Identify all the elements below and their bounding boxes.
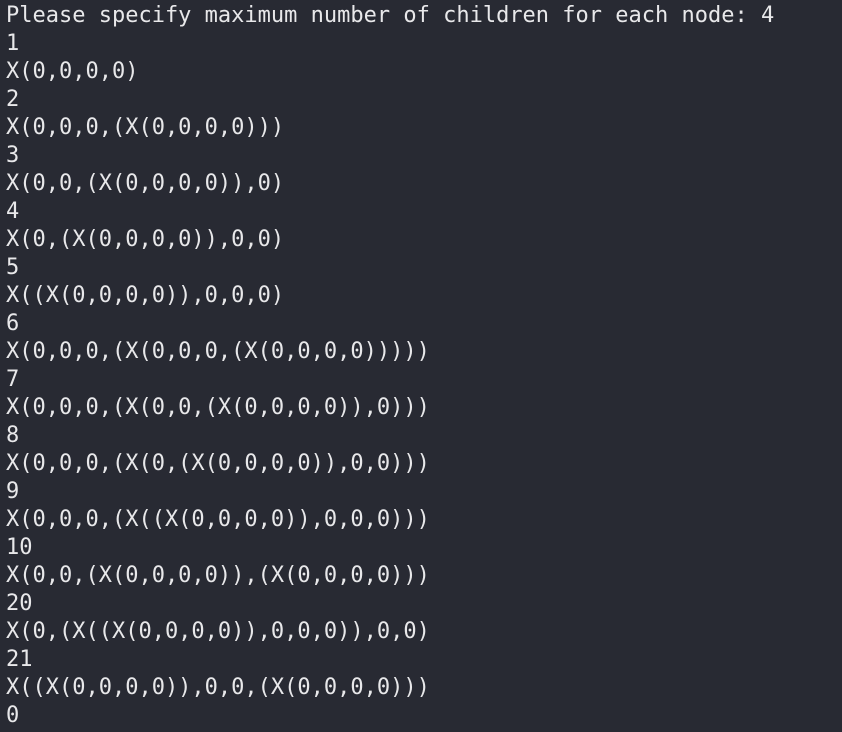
output-line: 3 bbox=[6, 143, 20, 168]
output-line: X(0,0,(X(0,0,0,0)),(X(0,0,0,0))) bbox=[6, 563, 430, 588]
output-line: X(0,0,0,(X(0,0,0,(X(0,0,0,0))))) bbox=[6, 339, 430, 364]
output-line: X((X(0,0,0,0)),0,0,0) bbox=[6, 283, 285, 308]
output-line: 21 bbox=[6, 647, 33, 672]
output-line: 7 bbox=[6, 367, 20, 392]
output-line: 2 bbox=[6, 87, 20, 112]
output-line: X(0,0,0,(X(0,(X(0,0,0,0)),0,0))) bbox=[6, 451, 430, 476]
output-line: 10 bbox=[6, 535, 33, 560]
terminal-input-line[interactable]: 0 bbox=[6, 702, 774, 730]
output-line: X((X(0,0,0,0)),0,0,(X(0,0,0,0))) bbox=[6, 675, 430, 700]
terminal-output: Please specify maximum number of childre… bbox=[6, 2, 774, 730]
output-line: X(0,0,0,(X(0,0,(X(0,0,0,0)),0))) bbox=[6, 395, 430, 420]
output-line: 1 bbox=[6, 31, 20, 56]
output-line: 6 bbox=[6, 311, 20, 336]
output-line: X(0,(X(0,0,0,0)),0,0) bbox=[6, 227, 285, 252]
prompt-line: Please specify maximum number of childre… bbox=[6, 3, 775, 28]
output-line: X(0,0,(X(0,0,0,0)),0) bbox=[6, 171, 285, 196]
output-line: 20 bbox=[6, 591, 33, 616]
output-line: 5 bbox=[6, 255, 20, 280]
output-line: 9 bbox=[6, 479, 20, 504]
output-line: X(0,0,0,(X(0,0,0,0))) bbox=[6, 115, 285, 140]
output-line: 8 bbox=[6, 423, 20, 448]
output-line: X(0,(X((X(0,0,0,0)),0,0,0)),0,0) bbox=[6, 619, 430, 644]
output-line: X(0,0,0,0) bbox=[6, 59, 139, 84]
output-line: 4 bbox=[6, 199, 20, 224]
output-line: X(0,0,0,(X((X(0,0,0,0)),0,0,0))) bbox=[6, 507, 430, 532]
terminal-window[interactable]: Please specify maximum number of childre… bbox=[0, 0, 842, 732]
